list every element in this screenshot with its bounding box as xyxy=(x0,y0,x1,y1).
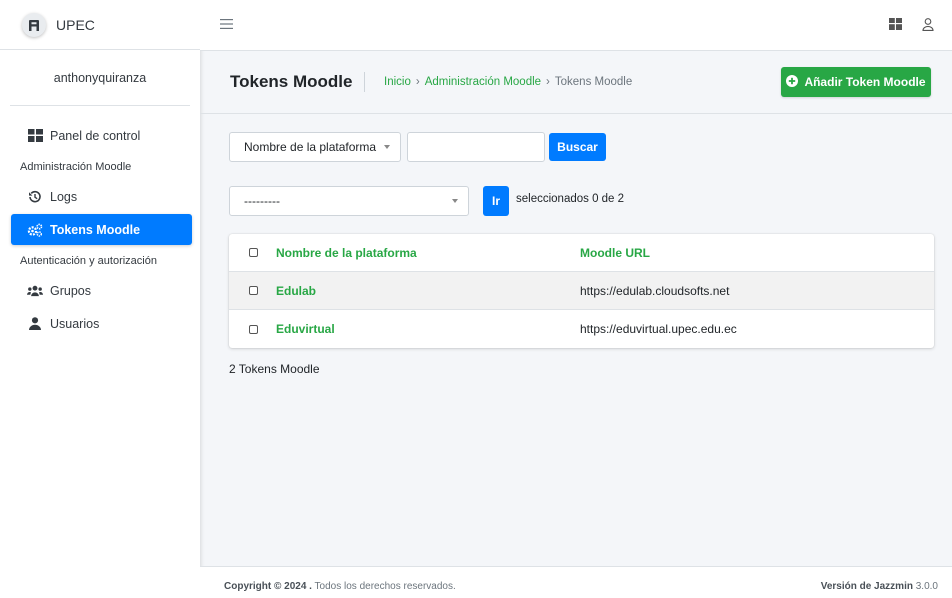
brand-link[interactable]: UPEC xyxy=(0,0,200,50)
result-count: 2 Tokens Moodle xyxy=(229,362,320,376)
user-panel[interactable]: anthonyquiranza xyxy=(10,50,190,106)
copyright-rest: Todos los derechos reservados. xyxy=(311,581,456,592)
sidebar: UPEC anthonyquiranza Panel de control Ad… xyxy=(0,0,200,598)
row-name-link[interactable]: Edulab xyxy=(276,284,316,298)
sidebar-item-label: Tokens Moodle xyxy=(50,222,141,237)
sidebar-item-usuarios[interactable]: Usuarios xyxy=(11,308,192,339)
sidebar-item-logs[interactable]: Logs xyxy=(11,181,192,212)
selected-counter: seleccionados 0 de 2 xyxy=(516,193,625,205)
row-checkbox[interactable] xyxy=(249,286,258,295)
sidebar-nav: Panel de control Administración Moodle L… xyxy=(0,106,200,339)
plus-circle-icon xyxy=(786,74,799,90)
breadcrumb-administracion-moodle[interactable]: Administración Moodle xyxy=(425,76,541,88)
row-url: https://edulab.cloudsofts.net xyxy=(580,283,730,298)
sidebar-item-label: Usuarios xyxy=(50,316,100,331)
sidebar-header-administracion-moodle: Administración Moodle xyxy=(20,161,132,173)
caret-down-icon xyxy=(452,199,458,203)
user-menu-icon[interactable] xyxy=(922,18,934,34)
row-url: https://eduvirtual.upec.edu.ec xyxy=(580,322,737,336)
sidebar-item-label: Logs xyxy=(50,189,78,204)
add-token-button[interactable]: Añadir Token Moodle xyxy=(781,67,931,97)
breadcrumb-separator: › xyxy=(546,76,550,88)
content-header: Tokens Moodle Inicio › Administración Mo… xyxy=(200,51,952,114)
footer-version: Versión de Jazzmin 3.0.0 xyxy=(821,581,938,592)
history-icon xyxy=(27,189,43,205)
brand-name: UPEC xyxy=(56,16,95,33)
copyright-bold: Copyright © 2024 . xyxy=(224,581,312,592)
version-number: 3.0.0 xyxy=(912,581,938,592)
sidebar-item-label: Panel de control xyxy=(50,128,141,143)
hamburger-menu-icon[interactable] xyxy=(220,18,233,30)
add-token-label: Añadir Token Moodle xyxy=(804,75,926,89)
column-header-name[interactable]: Nombre de la plataforma xyxy=(276,246,417,260)
apps-grid-icon[interactable] xyxy=(889,18,902,34)
results-table: Nombre de la plataforma Moodle URL Edula… xyxy=(229,234,934,348)
action-select-value: --------- xyxy=(244,194,280,208)
sidebar-item-grupos[interactable]: Grupos xyxy=(11,275,192,306)
table-row: Edulab https://edulab.cloudsofts.net xyxy=(229,272,934,310)
version-bold: Versión de Jazzmin xyxy=(820,581,913,592)
footer: Copyright © 2024 . Todos los derechos re… xyxy=(200,566,952,598)
search-field-select[interactable]: Nombre de la plataforma xyxy=(229,132,401,162)
sidebar-item-panel-de-control[interactable]: Panel de control xyxy=(11,120,192,151)
search-input[interactable] xyxy=(407,132,545,162)
go-button[interactable]: Ir xyxy=(483,186,509,216)
dashboard-icon xyxy=(27,128,43,144)
breadcrumb-separator: › xyxy=(415,76,420,88)
table-header-row: Nombre de la plataforma Moodle URL xyxy=(229,234,934,272)
brand-logo-icon xyxy=(22,12,46,37)
column-header-url[interactable]: Moodle URL xyxy=(580,246,650,260)
action-select[interactable]: --------- xyxy=(229,186,469,216)
top-right-menu xyxy=(889,18,934,34)
search-button[interactable]: Buscar xyxy=(549,133,606,161)
select-all-checkbox[interactable] xyxy=(249,248,258,257)
cogs-icon xyxy=(27,222,43,238)
row-name-link[interactable]: Eduvirtual xyxy=(276,322,335,336)
row-checkbox[interactable] xyxy=(249,324,258,334)
user-name: anthonyquiranza xyxy=(53,70,147,85)
breadcrumb-current: Tokens Moodle xyxy=(554,76,633,88)
user-icon xyxy=(27,316,43,332)
sidebar-header-autenticacion: Autenticación y autorización xyxy=(20,255,157,267)
sidebar-item-label: Grupos xyxy=(50,283,91,298)
page-title: Tokens Moodle xyxy=(230,72,366,92)
breadcrumb-inicio[interactable]: Inicio xyxy=(384,76,411,88)
table-row: Eduvirtual https://eduvirtual.upec.edu.e… xyxy=(229,310,934,348)
users-icon xyxy=(27,283,43,299)
top-navbar xyxy=(200,0,952,51)
sidebar-item-tokens-moodle[interactable]: Tokens Moodle xyxy=(11,214,192,245)
breadcrumb: Inicio › Administración Moodle › Tokens … xyxy=(384,76,632,88)
footer-copyright: Copyright © 2024 . Todos los derechos re… xyxy=(224,581,456,592)
caret-down-icon xyxy=(384,145,390,149)
search-field-value: Nombre de la plataforma xyxy=(244,140,377,154)
